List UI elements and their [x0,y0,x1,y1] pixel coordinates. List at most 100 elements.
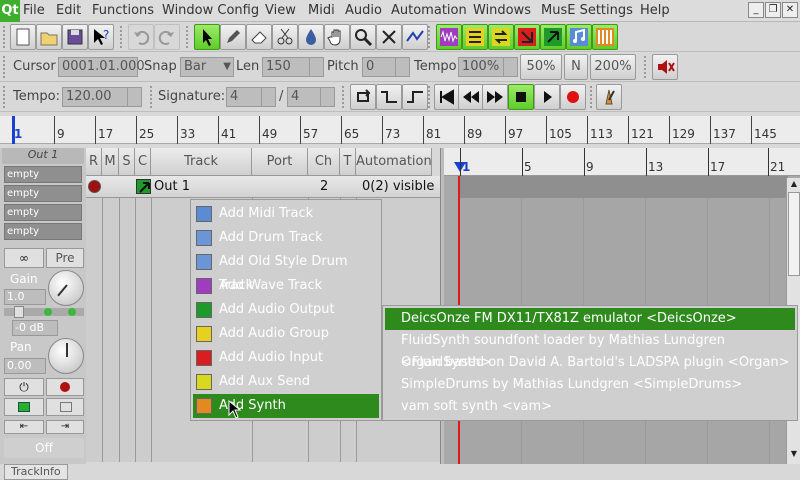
tempo-scale-field[interactable]: 100% [458,57,518,77]
signature-denominator-field[interactable]: 4 [287,87,335,107]
power-icon[interactable]: ⏻ [4,378,44,396]
whats-this-icon[interactable]: ? [88,24,114,50]
menu-item-add-audio-group[interactable]: Add Audio Group [193,322,379,346]
audio-input-view-icon[interactable] [514,24,540,50]
toolbar-grip[interactable] [342,86,346,108]
pitch-spinner[interactable] [395,57,409,77]
pointer-tool-icon[interactable] [194,24,220,50]
synth-view-icon[interactable] [592,24,618,50]
mute-icon[interactable] [4,398,44,416]
column-header-port[interactable]: Port [252,148,308,176]
menu-file[interactable]: File [23,0,45,22]
restore-icon[interactable]: ❐ [765,2,781,18]
song-overview-ruler[interactable]: 1 9 17 25 33 41 49 57 65 73 81 89 97 105… [0,116,800,144]
synth-item-organ[interactable]: Organ based on David A. Bartold's LADSPA… [385,352,795,374]
toolbar-grip[interactable] [644,56,648,78]
menu-edit[interactable]: Edit [56,0,81,22]
column-header-solo[interactable]: S [119,148,135,176]
fast-forward-icon[interactable] [482,84,508,110]
tempo-normal-button[interactable]: N [564,54,588,80]
solo-icon[interactable] [46,398,84,416]
audio-output-view-icon[interactable] [540,24,566,50]
toolbar-grip[interactable] [3,56,7,78]
menu-midi[interactable]: Midi [308,0,335,22]
mute-tool-icon[interactable] [376,24,402,50]
vertical-scroll-thumb[interactable] [788,192,800,276]
glue-tool-icon[interactable] [298,24,324,50]
aux-send-view-icon[interactable] [488,24,514,50]
menu-view[interactable]: View [265,0,296,22]
eraser-tool-icon[interactable] [246,24,272,50]
trackinfo-tab[interactable]: TrackInfo [4,464,68,480]
zoom-tool-icon[interactable] [350,24,376,50]
open-folder-icon[interactable] [36,24,62,50]
save-icon[interactable] [62,24,88,50]
menu-item-add-old-style-drum-track[interactable]: Add Old Style Drum Track [193,250,379,293]
gain-slider-track[interactable] [4,306,84,318]
hand-tool-icon[interactable] [324,24,350,50]
input-routing-icon[interactable]: ⇤ [4,420,44,434]
tempo-spinner[interactable] [127,87,141,107]
toolbar-grip[interactable] [186,26,190,48]
tempo-scale-spinner[interactable] [503,57,517,77]
column-header-mute[interactable]: M [102,148,119,176]
toolbar-grip[interactable] [428,26,432,48]
column-header-record[interactable]: R [86,148,102,176]
table-row[interactable]: Out 1 2 0(2) visible [86,176,440,198]
route-slot[interactable]: empty [4,185,82,202]
menu-item-add-aux-send[interactable]: Add Aux Send [193,370,379,394]
record-arm-icon[interactable] [46,378,84,396]
undo-icon[interactable] [128,24,154,50]
menu-window-config[interactable]: Window Config [162,0,259,22]
rewind-icon[interactable] [458,84,484,110]
toolbar-grip[interactable] [3,26,7,48]
synth-item-fluidsynth[interactable]: FluidSynth soundfont loader by Mathias L… [385,330,795,370]
len-field[interactable]: 150 [262,57,324,77]
column-header-track[interactable]: Track [151,148,252,176]
toolbar-grip[interactable] [590,86,594,108]
route-slot[interactable]: empty [4,204,82,221]
menu-item-add-audio-input[interactable]: Add Audio Input [193,346,379,370]
len-spinner[interactable] [309,57,323,77]
menu-item-add-drum-track[interactable]: Add Drum Track [193,226,379,250]
track-lane[interactable] [460,176,788,198]
tempo-50-button[interactable]: 50% [520,54,562,80]
tempo-field[interactable]: 120.00 [62,87,142,107]
menu-audio[interactable]: Audio [345,0,382,22]
pan-knob[interactable] [48,338,84,374]
loop-icon[interactable] [350,84,376,110]
signature-numerator-field[interactable]: 4 [226,87,276,107]
wave-track-view-icon[interactable] [436,24,462,50]
minimize-icon[interactable]: _ [748,2,764,18]
menu-help[interactable]: Help [640,0,670,22]
gain-knob[interactable] [48,270,84,306]
db-value[interactable]: -0 dB [12,320,58,336]
cursor-position-field[interactable]: 0001.01.000 [58,57,145,77]
menu-functions[interactable]: Functions [92,0,154,22]
pan-value[interactable]: 0.00 [4,358,46,374]
stereo-link-icon[interactable]: ∞ [4,248,44,268]
gain-value[interactable]: 1.0 [4,289,46,305]
record-arm-icon[interactable] [88,180,101,193]
panic-icon[interactable] [652,54,678,80]
snap-select[interactable]: Bar ▼ [180,57,234,77]
synth-item-deicsonze[interactable]: DeicsOnze FM DX11/TX81Z emulator <DeicsO… [385,308,795,330]
scroll-up-icon[interactable]: ▲ [788,178,800,190]
close-icon[interactable]: ✕ [782,2,798,18]
column-header-time-lock[interactable]: T [340,148,356,176]
menu-item-add-synth[interactable]: Add Synth [193,394,379,418]
tempo-200-button[interactable]: 200% [590,54,636,80]
track-name[interactable]: Out 1 [154,176,190,198]
output-routing-icon[interactable]: ⇥ [46,420,84,434]
scroll-down-icon[interactable]: ▼ [788,448,800,460]
menu-automation[interactable]: Automation [391,0,467,22]
toolbar-grip[interactable] [3,86,7,108]
menu-item-add-wave-track[interactable]: Add Wave Track [193,274,379,298]
menu-muse-settings[interactable]: MusE Settings [541,0,633,22]
toolbar-grip[interactable] [120,26,124,48]
gain-slider-handle[interactable] [14,306,24,318]
pitch-field[interactable]: 0 [362,57,410,77]
punch-in-icon[interactable] [376,84,402,110]
synth-item-simpledrums[interactable]: SimpleDrums by Mathias Lundgren <SimpleD… [385,374,795,396]
stop-icon[interactable] [508,84,534,110]
